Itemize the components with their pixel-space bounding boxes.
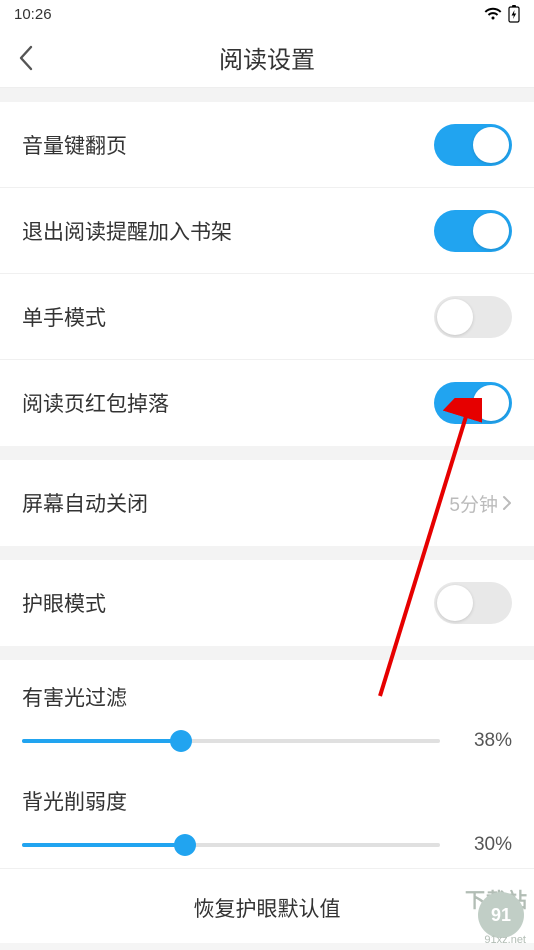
setting-label: 阅读页红包掉落 — [22, 388, 169, 418]
slider-backlight: 背光削弱度 30% — [0, 764, 534, 868]
toggle-knob — [473, 213, 509, 249]
page-title: 阅读设置 — [219, 40, 315, 75]
setting-screen-off[interactable]: 屏幕自动关闭 5分钟 — [0, 460, 534, 546]
chevron-right-icon — [502, 495, 512, 511]
setting-label: 屏幕自动关闭 — [22, 488, 148, 518]
header: 阅读设置 — [0, 28, 534, 88]
toggle-one-hand[interactable] — [434, 296, 512, 338]
setting-exit-remind: 退出阅读提醒加入书架 — [0, 188, 534, 274]
settings-group-1: 音量键翻页 退出阅读提醒加入书架 单手模式 阅读页红包掉落 — [0, 102, 534, 446]
setting-volume-page: 音量键翻页 — [0, 102, 534, 188]
slider-light-filter-track[interactable] — [22, 739, 440, 743]
slider-fill — [22, 843, 185, 847]
setting-eye-care: 护眼模式 — [0, 560, 534, 646]
chevron-left-icon — [18, 45, 34, 71]
back-button[interactable] — [18, 45, 34, 71]
slider-value: 38% — [458, 730, 512, 752]
slider-fill — [22, 739, 181, 743]
toggle-red-packet[interactable] — [434, 382, 512, 424]
setting-one-hand: 单手模式 — [0, 274, 534, 360]
divider — [0, 546, 534, 560]
divider — [0, 88, 534, 102]
slider-thumb[interactable] — [170, 730, 192, 752]
slider-value: 30% — [458, 834, 512, 856]
toggle-knob — [473, 385, 509, 421]
battery-icon — [508, 5, 520, 23]
setting-value: 5分钟 — [449, 490, 512, 517]
divider — [0, 646, 534, 660]
slider-light-filter: 有害光过滤 38% — [0, 660, 534, 764]
slider-label: 有害光过滤 — [22, 682, 512, 712]
setting-label: 护眼模式 — [22, 588, 106, 618]
wifi-icon — [484, 7, 502, 21]
toggle-exit-remind[interactable] — [434, 210, 512, 252]
screen-off-value: 5分钟 — [449, 490, 498, 517]
toggle-knob — [437, 299, 473, 335]
status-icons — [484, 5, 520, 23]
setting-label: 退出阅读提醒加入书架 — [22, 216, 232, 246]
slider-backlight-track[interactable] — [22, 843, 440, 847]
setting-red-packet: 阅读页红包掉落 — [0, 360, 534, 446]
status-bar: 10:26 — [0, 0, 534, 28]
toggle-knob — [473, 127, 509, 163]
slider-thumb[interactable] — [174, 834, 196, 856]
setting-label: 单手模式 — [22, 302, 106, 332]
divider — [0, 446, 534, 460]
toggle-volume-page[interactable] — [434, 124, 512, 166]
restore-defaults-button[interactable]: 恢复护眼默认值 — [0, 868, 534, 943]
status-time: 10:26 — [14, 6, 52, 23]
toggle-eye-care[interactable] — [434, 582, 512, 624]
toggle-knob — [437, 585, 473, 621]
setting-label: 音量键翻页 — [22, 130, 127, 160]
slider-label: 背光削弱度 — [22, 786, 512, 816]
